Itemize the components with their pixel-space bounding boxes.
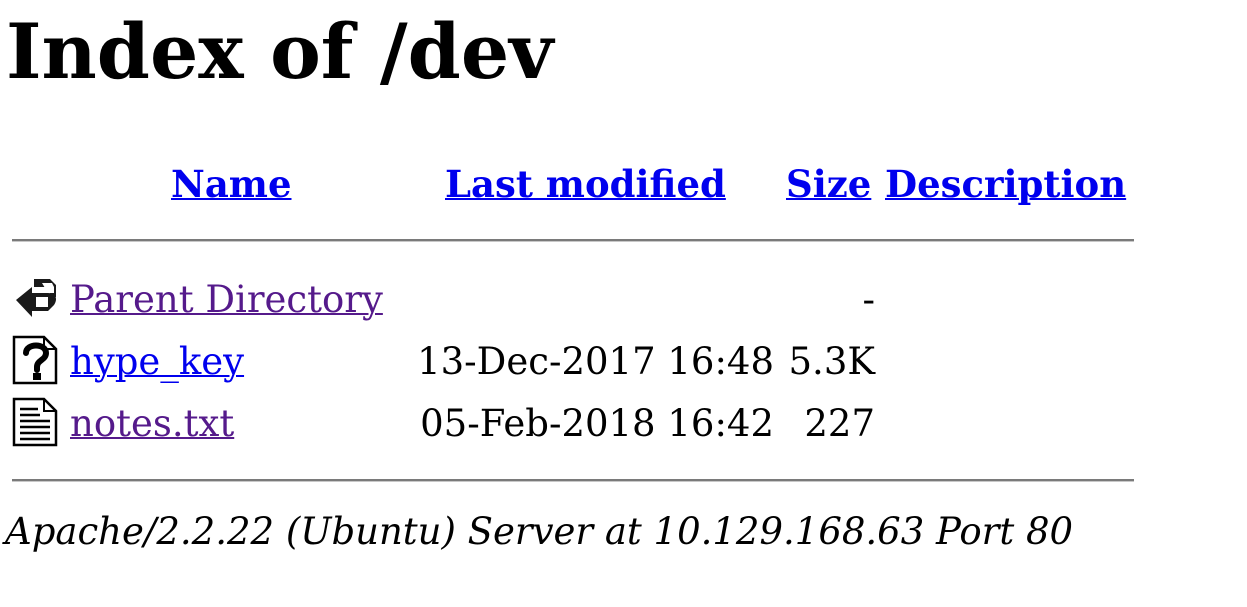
file-link-hype-key[interactable]: hype_key	[70, 338, 244, 386]
sort-by-name-link[interactable]: Name	[171, 160, 292, 208]
back-arrow-icon	[16, 279, 56, 317]
unknown-file-icon	[12, 335, 58, 385]
server-signature: Apache/2.2.22 (Ubuntu) Server at 10.129.…	[5, 510, 1074, 553]
parent-directory-link[interactable]: Parent Directory	[70, 276, 383, 324]
size-cell: 5.3K	[788, 340, 875, 383]
header-divider	[12, 239, 1134, 242]
footer-divider	[12, 479, 1134, 482]
sort-by-size-link[interactable]: Size	[786, 160, 871, 208]
page-title: Index of /dev	[6, 7, 554, 96]
size-cell: 227	[804, 402, 875, 445]
sort-by-last-modified-link[interactable]: Last modified	[445, 160, 726, 208]
text-file-icon	[12, 397, 58, 447]
sort-by-description-link[interactable]: Description	[885, 160, 1126, 208]
last-modified-cell: 13-Dec-2017 16:48	[417, 340, 774, 383]
last-modified-cell: 05-Feb-2018 16:42	[420, 402, 774, 445]
size-cell: -	[862, 278, 875, 321]
file-link-notes-txt[interactable]: notes.txt	[70, 400, 234, 448]
